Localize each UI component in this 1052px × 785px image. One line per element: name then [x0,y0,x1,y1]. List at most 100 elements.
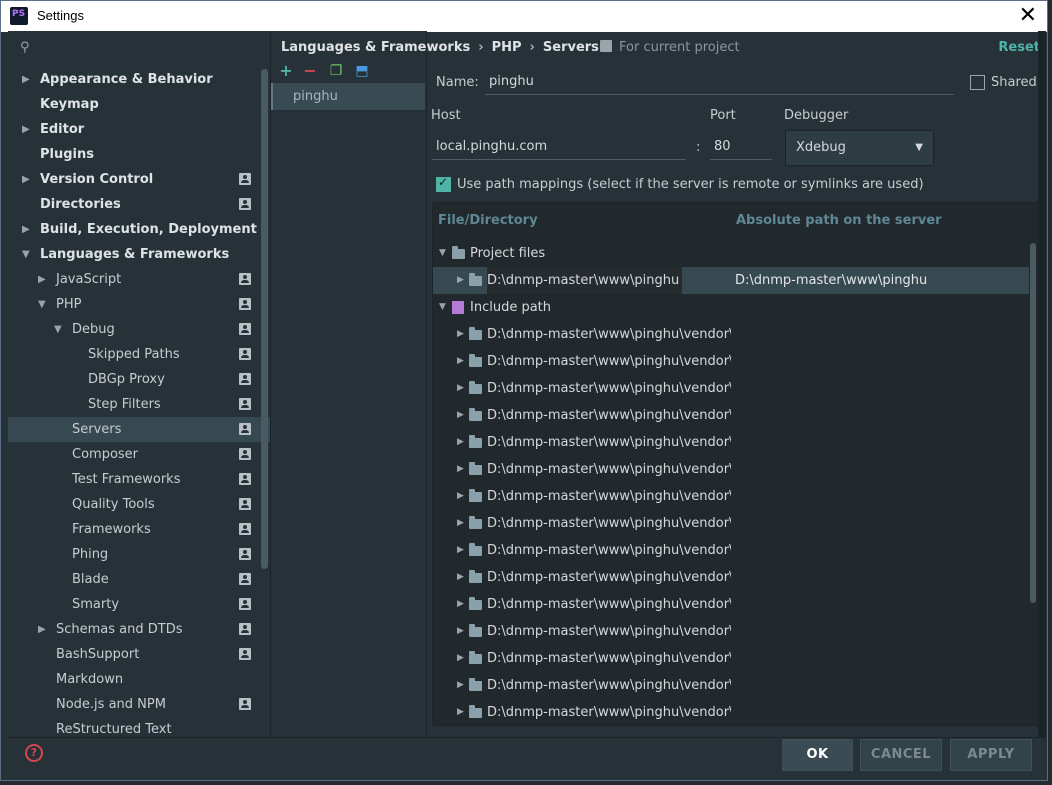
table-row[interactable]: ▶ D:\dnmp-master\www\pinghu\vendor\psr' [433,564,1029,591]
sidebar-item[interactable]: Plugins [8,142,270,167]
table-row[interactable]: ▶ D:\dnmp-master\www\pinghu\vendor\guz [433,456,1029,483]
ok-button[interactable]: OK [782,739,853,771]
expanded-arrow-icon[interactable]: ▼ [439,294,446,321]
column-header-file[interactable]: File/Directory [438,203,538,239]
help-icon[interactable]: ? [25,744,43,762]
collapsed-arrow-icon[interactable]: ▶ [457,591,464,618]
sidebar-item[interactable]: ▶ Build, Execution, Deployment [8,217,270,242]
debugger-select[interactable]: Xdebug ▼ [785,130,934,166]
sidebar-item[interactable]: Quality Tools [8,492,270,517]
collapsed-arrow-icon[interactable]: ▶ [457,348,464,375]
collapsed-arrow-icon[interactable]: ▶ [457,618,464,645]
collapsed-arrow-icon[interactable]: ▶ [457,672,464,699]
sidebar-item[interactable]: Skipped Paths [8,342,270,367]
use-path-mappings-checkbox[interactable] [436,175,451,192]
sidebar-item[interactable]: ▼ PHP [8,292,270,317]
reset-button[interactable]: Reset [998,40,1040,55]
sidebar-scrollbar[interactable] [261,69,268,569]
table-scrollbar[interactable] [1030,243,1036,603]
settings-search-input[interactable]: ⚲ [8,37,270,59]
sidebar-item[interactable]: ReStructured Text [8,717,270,737]
table-row[interactable]: ▶ D:\dnmp-master\www\pinghu\vendor\alib [433,321,1029,348]
sidebar-item[interactable]: Step Filters [8,392,270,417]
sidebar-item[interactable]: ▶ Editor [8,117,270,142]
collapsed-arrow-icon[interactable]: ▶ [38,617,48,642]
collapsed-arrow-icon[interactable]: ▶ [457,375,464,402]
collapsed-arrow-icon[interactable]: ▶ [457,645,464,672]
project-level-icon [239,198,251,210]
table-row[interactable]: ▶ D:\dnmp-master\www\pinghu\vendor\psr' [433,483,1029,510]
table-row[interactable]: ▶ D:\dnmp-master\www\pinghu\vendor\mp [433,618,1029,645]
collapsed-arrow-icon[interactable]: ▶ [22,117,32,142]
include-path-group[interactable]: ▼ Include path [433,294,1029,321]
table-row[interactable]: ▶ D:\dnmp-master\www\pinghu\vendor\sym [433,699,1029,725]
server-list-item[interactable]: pinghu [271,83,425,110]
table-row[interactable]: ▶ D:\dnmp-master\www\pinghu\vendor\mtc [433,537,1029,564]
sidebar-item-label: Smarty [72,597,120,612]
shared-checkbox[interactable] [970,75,985,90]
collapsed-arrow-icon[interactable]: ▶ [457,456,464,483]
name-field[interactable]: pinghu [485,70,954,95]
table-row[interactable]: ▶ D:\dnmp-master\www\pinghu\vendor\adt [433,645,1029,672]
server-path[interactable]: D:\dnmp-master\www\pinghu [735,267,927,294]
column-header-server-path[interactable]: Absolute path on the server [736,203,942,239]
collapsed-arrow-icon[interactable]: ▶ [457,321,464,348]
port-field[interactable]: 80 [710,135,772,160]
collapsed-arrow-icon[interactable]: ▶ [457,402,464,429]
sidebar-item[interactable]: BashSupport [8,642,270,667]
apply-button[interactable]: APPLY [950,739,1032,771]
sidebar-item[interactable]: ▼ Debug [8,317,270,342]
project-level-icon [239,548,251,560]
sidebar-item[interactable]: ▶ Appearance & Behavior [8,67,270,92]
sidebar-item[interactable]: ▶ JavaScript [8,267,270,292]
remove-icon[interactable]: − [302,62,318,80]
table-row[interactable]: ▶ D:\dnmp-master\www\pinghu\vendor\myc [433,375,1029,402]
host-field[interactable]: local.pinghu.com [432,135,686,160]
import-icon[interactable]: ⬒ [354,62,370,80]
expanded-arrow-icon[interactable]: ▼ [439,240,446,267]
collapsed-arrow-icon[interactable]: ▶ [38,267,48,292]
table-row[interactable]: ▶ D:\dnmp-master\www\pinghu D:\dnmp-mast… [433,267,1029,294]
sidebar-item[interactable]: Directories [8,192,270,217]
table-row[interactable]: ▶ D:\dnmp-master\www\pinghu\vendor\con [433,348,1029,375]
collapsed-arrow-icon[interactable]: ▶ [457,510,464,537]
sidebar-item-label: Schemas and DTDs [56,622,183,637]
expanded-arrow-icon[interactable]: ▼ [54,317,64,342]
collapsed-arrow-icon[interactable]: ▶ [457,429,464,456]
collapsed-arrow-icon[interactable]: ▶ [457,483,464,510]
sidebar-item[interactable]: Frameworks [8,517,270,542]
sidebar-item[interactable]: Smarty [8,592,270,617]
collapsed-arrow-icon[interactable]: ▶ [457,267,464,294]
sidebar-item[interactable]: Blade [8,567,270,592]
table-row[interactable]: ▶ D:\dnmp-master\www\pinghu\vendor\mo [433,591,1029,618]
sidebar-item[interactable]: Servers [8,417,270,442]
close-icon[interactable]: ✕ [1019,3,1037,29]
sidebar-item[interactable]: Keymap [8,92,270,117]
table-row[interactable]: ▶ D:\dnmp-master\www\pinghu\vendor\alib [433,510,1029,537]
project-files-group[interactable]: ▼ Project files [433,240,1029,267]
collapsed-arrow-icon[interactable]: ▶ [22,67,32,92]
expanded-arrow-icon[interactable]: ▼ [38,292,48,317]
copy-icon[interactable]: ❐ [328,62,344,80]
sidebar-item[interactable]: DBGp Proxy [8,367,270,392]
collapsed-arrow-icon[interactable]: ▶ [457,699,464,725]
sidebar-item[interactable]: Phing [8,542,270,567]
sidebar-item[interactable]: Markdown [8,667,270,692]
sidebar-item-label: Editor [40,122,85,137]
expanded-arrow-icon[interactable]: ▼ [22,242,32,267]
table-row[interactable]: ▶ D:\dnmp-master\www\pinghu\vendor\seta [433,402,1029,429]
collapsed-arrow-icon[interactable]: ▶ [457,537,464,564]
sidebar-item[interactable]: Node.js and NPM [8,692,270,717]
sidebar-item[interactable]: Composer [8,442,270,467]
sidebar-item[interactable]: ▼ Languages & Frameworks [8,242,270,267]
collapsed-arrow-icon[interactable]: ▶ [22,217,32,242]
sidebar-item[interactable]: Test Frameworks [8,467,270,492]
table-row[interactable]: ▶ D:\dnmp-master\www\pinghu\vendor\ralc [433,429,1029,456]
add-icon[interactable]: + [278,62,294,80]
cancel-button[interactable]: CANCEL [860,739,942,771]
collapsed-arrow-icon[interactable]: ▶ [22,167,32,192]
sidebar-item[interactable]: ▶ Schemas and DTDs [8,617,270,642]
collapsed-arrow-icon[interactable]: ▶ [457,564,464,591]
table-row[interactable]: ▶ D:\dnmp-master\www\pinghu\vendor\sym [433,672,1029,699]
sidebar-item[interactable]: ▶ Version Control [8,167,270,192]
